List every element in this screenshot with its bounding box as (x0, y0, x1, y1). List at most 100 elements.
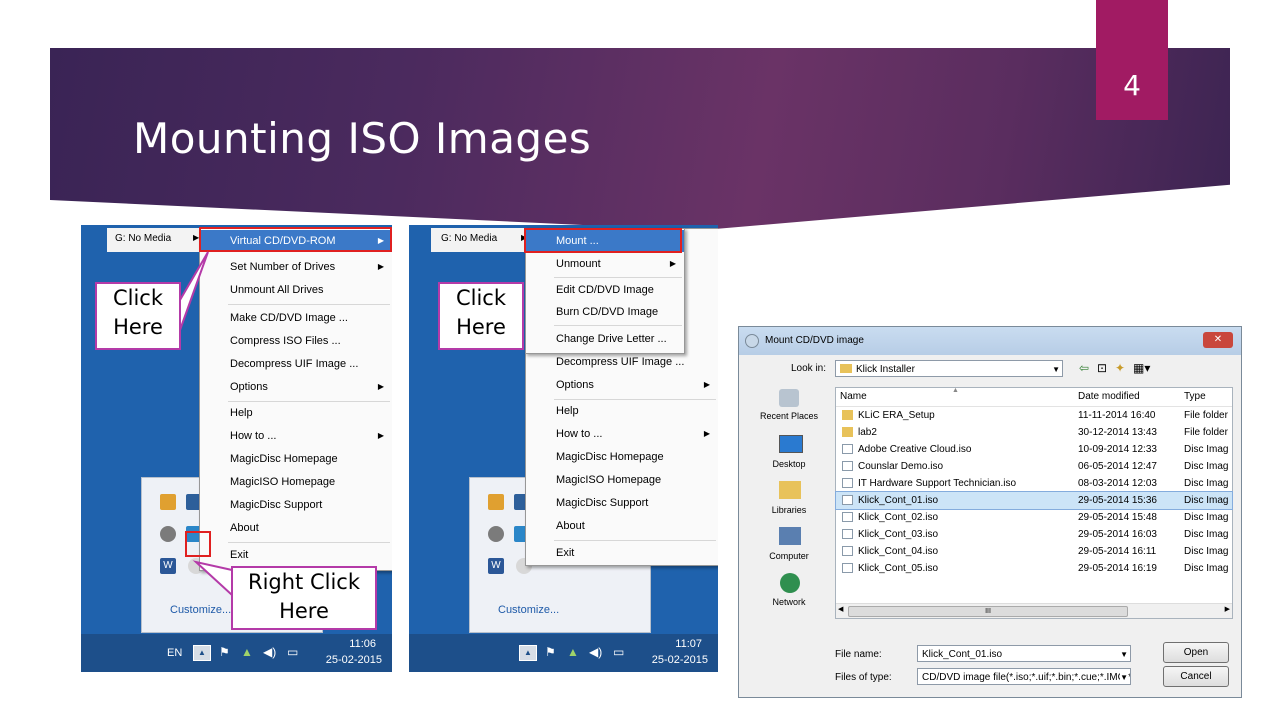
file-row[interactable]: IT Hardware Support Technician.iso 08-03-… (836, 475, 1232, 492)
file-row[interactable]: lab2 30-12-2014 13:43 File folder (836, 424, 1232, 441)
clock-date[interactable]: 25-02-2015 (326, 654, 382, 666)
word-icon[interactable]: W (488, 558, 504, 574)
tray-app-icon[interactable] (488, 494, 504, 510)
clock-time[interactable]: 11:07 (675, 638, 702, 650)
submenu-item-unmount[interactable]: Unmount ▶ (526, 253, 684, 275)
drive-item-g[interactable]: G: No Media▶ (441, 233, 527, 244)
file-row[interactable]: Klick_Cont_01.iso 29-05-2014 15:36 Disc Im… (835, 491, 1233, 510)
file-row[interactable]: Klick_Cont_03.iso 29-05-2014 16:03 Disc Im… (836, 526, 1232, 543)
file-date: 29-05-2014 15:36 (1078, 495, 1157, 506)
word-icon[interactable]: W (160, 558, 176, 574)
menu-item-magicdisc-support[interactable]: MagicDisc Support (200, 494, 392, 516)
menu-item-options[interactable]: Options ▶ (526, 374, 718, 396)
place-computer[interactable]: Computer (745, 527, 833, 571)
new-folder-icon[interactable]: ✦ (1115, 361, 1125, 375)
chat-icon[interactable] (160, 526, 176, 542)
menu-item-set-drives[interactable]: Set Number of Drives ▶ (200, 256, 392, 278)
menu-item-about[interactable]: About (200, 517, 392, 539)
drive-item-g[interactable]: G: No Media▶ (115, 233, 199, 244)
menu-item-exit[interactable]: Exit (526, 542, 718, 564)
place-desktop[interactable]: Desktop (745, 435, 833, 479)
menu-item-decompress-uif[interactable]: Decompress UIF Image ... (526, 351, 718, 373)
menu-item-unmount-all[interactable]: Unmount All Drives (200, 279, 392, 301)
column-headers: Name ▲ Date modified Type (836, 387, 1232, 407)
submenu-item-change-letter[interactable]: Change Drive Letter ... (526, 328, 684, 350)
menu-item-magicdisc-homepage[interactable]: MagicDisc Homepage (200, 448, 392, 470)
back-icon[interactable]: ⇦ (1079, 361, 1089, 375)
disc-image-icon (842, 478, 853, 488)
customize-link[interactable]: Customize... (170, 604, 231, 616)
place-libraries[interactable]: Libraries (745, 481, 833, 525)
menu-item-how-to[interactable]: How to ... ▶ (526, 423, 718, 445)
menu-item-decompress-uif[interactable]: Decompress UIF Image ... (200, 353, 392, 375)
file-type: Disc Imag (1184, 512, 1229, 523)
chat-icon[interactable] (488, 526, 504, 542)
submenu-item-edit-image[interactable]: Edit CD/DVD Image (526, 279, 684, 301)
scroll-thumb[interactable]: III (848, 606, 1128, 617)
submenu-arrow-icon: ▶ (703, 429, 710, 438)
disc-image-icon (842, 546, 853, 556)
menu-item-help[interactable]: Help (200, 402, 392, 424)
up-folder-icon[interactable]: ⊡ (1097, 361, 1107, 375)
close-button[interactable]: ✕ (1203, 332, 1233, 348)
disc-image-icon (842, 461, 853, 471)
callout-click-here-middle: Click Here (438, 282, 524, 350)
column-type[interactable]: Type (1184, 388, 1232, 405)
file-row[interactable]: Adobe Creative Cloud.iso 10-09-2014 12:33… (836, 441, 1232, 458)
submenu-arrow-icon: ▶ (377, 382, 384, 391)
menu-item-make-image[interactable]: Make CD/DVD Image ... (200, 307, 392, 329)
power-icon[interactable]: ▭ (287, 645, 298, 659)
column-date[interactable]: Date modified (1078, 388, 1178, 405)
disc-image-icon (842, 512, 853, 522)
menu-item-magicdisc-homepage[interactable]: MagicDisc Homepage (526, 446, 718, 468)
open-button[interactable]: Open (1163, 642, 1229, 663)
flag-icon[interactable]: ⚑ (545, 645, 556, 659)
file-name-field[interactable]: Klick_Cont_01.iso ▼ (917, 645, 1131, 662)
file-date: 29-05-2014 16:03 (1078, 529, 1157, 540)
place-network[interactable]: Network (745, 573, 833, 617)
volume-icon[interactable]: ◀) (263, 645, 276, 659)
menu-item-magicdisc-support[interactable]: MagicDisc Support (526, 492, 718, 514)
menu-item-magiciso-homepage[interactable]: MagicISO Homepage (200, 471, 392, 493)
customize-link[interactable]: Customize... (498, 604, 559, 616)
file-name: Counslar Demo.iso (858, 461, 944, 472)
view-menu-icon[interactable]: ▦▾ (1133, 361, 1150, 375)
tray-app-icon[interactable] (160, 494, 176, 510)
file-row[interactable]: Klick_Cont_05.iso 29-05-2014 16:19 Disc Im… (836, 560, 1232, 577)
look-in-select[interactable]: Klick Installer ▼ (835, 360, 1063, 377)
clock-date[interactable]: 25-02-2015 (652, 654, 708, 666)
menu-item-help[interactable]: Help (526, 400, 718, 422)
menu-item-about[interactable]: About (526, 515, 718, 537)
file-list: Name ▲ Date modified Type KLiC ERA_Setup… (835, 387, 1233, 619)
menu-item-options[interactable]: Options ▶ (200, 376, 392, 398)
file-type: Disc Imag (1184, 478, 1229, 489)
menu-item-exit[interactable]: Exit (200, 544, 392, 566)
drive-menu: G: No Media▶ (107, 228, 199, 252)
menu-item-how-to[interactable]: How to ... ▶ (200, 425, 392, 447)
drive-menu: G: No Media▶ (431, 228, 527, 252)
chevron-down-icon: ▼ (1120, 669, 1128, 684)
power-icon[interactable]: ▭ (613, 645, 624, 659)
place-recent[interactable]: Recent Places (745, 389, 833, 433)
flag-icon[interactable]: ⚑ (219, 645, 230, 659)
show-hidden-icons-button[interactable]: ▲ (519, 645, 537, 661)
file-row[interactable]: Counslar Demo.iso 06-05-2014 12:47 Disc Im… (836, 458, 1232, 475)
volume-icon[interactable]: ◀) (589, 645, 602, 659)
menu-item-compress-iso[interactable]: Compress ISO Files ... (200, 330, 392, 352)
cancel-button[interactable]: Cancel (1163, 666, 1229, 687)
scroll-right-icon[interactable]: ▶ (1225, 605, 1230, 613)
network-icon[interactable]: ▲ (241, 645, 253, 659)
language-indicator[interactable]: EN (167, 647, 182, 659)
file-date: 29-05-2014 16:19 (1078, 563, 1157, 574)
network-icon[interactable]: ▲ (567, 645, 579, 659)
file-row[interactable]: Klick_Cont_04.iso 29-05-2014 16:11 Disc Im… (836, 543, 1232, 560)
scroll-left-icon[interactable]: ◀ (838, 605, 843, 613)
horizontal-scrollbar[interactable]: ◀ III ▶ (836, 603, 1232, 618)
submenu-item-burn-image[interactable]: Burn CD/DVD Image (526, 301, 684, 323)
clock-time[interactable]: 11:06 (349, 638, 376, 650)
file-row[interactable]: KLiC ERA_Setup 11-11-2014 16:40 File folde… (836, 407, 1232, 424)
file-row[interactable]: Klick_Cont_02.iso 29-05-2014 15:48 Disc Im… (836, 509, 1232, 526)
menu-item-magiciso-homepage[interactable]: MagicISO Homepage (526, 469, 718, 491)
show-hidden-icons-button[interactable]: ▲ (193, 645, 211, 661)
files-of-type-select[interactable]: CD/DVD image file(*.iso;*.uif;*.bin;*.cu… (917, 668, 1131, 685)
